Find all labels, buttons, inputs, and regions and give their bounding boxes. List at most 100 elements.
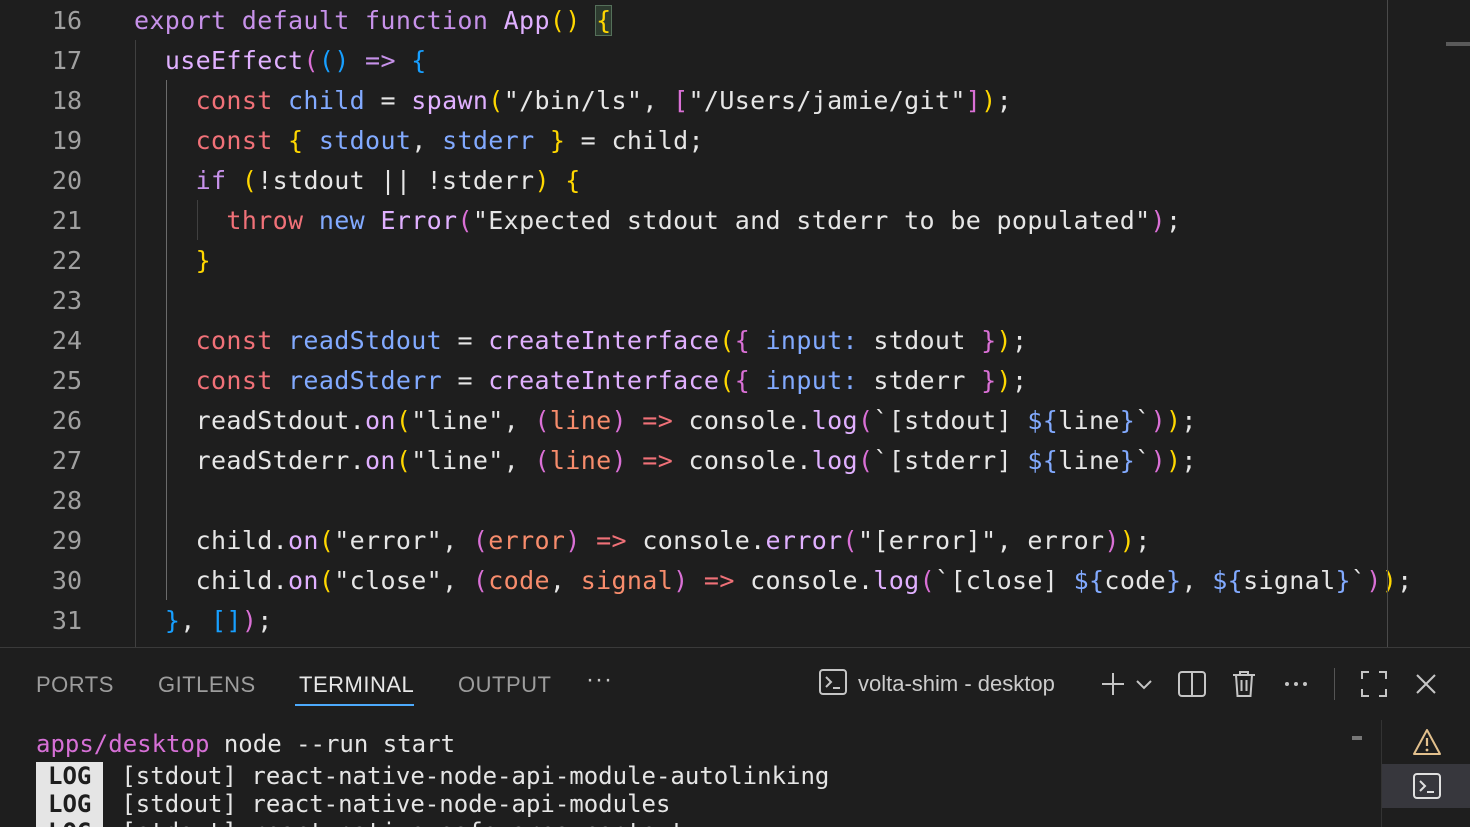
code-line[interactable]: const child = spawn("/bin/ls", ["/Users/… [134, 81, 1012, 121]
code-token: ) [981, 86, 997, 115]
log-badge: LOG [36, 762, 104, 790]
line-number: 26 [51, 406, 82, 435]
code-token: useEffect [164, 46, 304, 75]
terminal-command-line: apps/desktop node --run start [36, 730, 455, 758]
code-token: stdout [873, 326, 982, 355]
code-token: ${ [1073, 566, 1105, 595]
code-line[interactable]: useEffect(() => { [134, 41, 427, 81]
tab-gitlens[interactable]: GITLENS [158, 670, 256, 700]
code-token: readStderr [288, 366, 443, 395]
code-line[interactable]: const readStdout = createInterface({ inp… [134, 321, 1027, 361]
line-number: 20 [51, 166, 82, 195]
line-number: 27 [51, 446, 82, 475]
code-token: line [1058, 406, 1120, 435]
code-token: !stdout || !stderr [257, 166, 535, 195]
code-token: `[close] [934, 566, 1074, 595]
code-line[interactable]: throw new Error("Expected stdout and std… [134, 201, 1181, 241]
code-line[interactable]: const readStderr = createInterface({ inp… [134, 361, 1027, 401]
code-token: , [442, 566, 473, 595]
tab-output[interactable]: OUTPUT [458, 670, 551, 700]
code-token: createInterface [488, 326, 720, 355]
terminal-icon[interactable] [1382, 764, 1470, 808]
terminal-selector[interactable]: volta-shim - desktop [818, 666, 1055, 702]
code-token: stderr [442, 126, 550, 155]
code-area[interactable]: export default function App() { useEffec… [134, 0, 1470, 647]
code-line[interactable]: const { stdout, stderr } = child; [134, 121, 704, 161]
code-token: `[stderr] [873, 446, 1028, 475]
code-token: "error" [334, 526, 443, 555]
line-number: 30 [51, 566, 82, 595]
tab-ports[interactable]: PORTS [36, 670, 114, 700]
code-line[interactable]: export default function App() { [134, 1, 613, 41]
code-token: ` [1135, 446, 1151, 475]
warning-icon[interactable] [1382, 720, 1470, 764]
code-token: child. [195, 526, 289, 555]
ellipsis-icon[interactable] [1280, 668, 1312, 700]
line-number: 31 [51, 606, 82, 635]
minimap-slider[interactable] [1446, 42, 1470, 46]
code-token: { [595, 5, 613, 36]
maximize-icon[interactable] [1358, 668, 1390, 700]
code-line[interactable]: child.on("error", (error) => console.err… [134, 521, 1151, 561]
more-tabs-button[interactable]: ··· [586, 666, 613, 694]
code-token: } [981, 366, 997, 395]
trash-icon[interactable] [1228, 668, 1260, 700]
terminal-log-line: LOG [stdout] react-native-safe-area-conte… [36, 818, 685, 827]
plus-icon[interactable] [1097, 668, 1129, 700]
tab-terminal[interactable]: TERMINAL [299, 670, 414, 700]
terminal-scrollbar[interactable] [1352, 736, 1362, 740]
code-token: ; [257, 606, 273, 635]
code-token: ` [1135, 406, 1151, 435]
code-token: ) [611, 446, 627, 475]
code-token: on [365, 446, 396, 475]
code-token: ) [1119, 526, 1136, 555]
code-line[interactable]: child.on("close", (code, signal) => cons… [134, 561, 1413, 601]
code-token: new [318, 206, 381, 235]
log-badge: LOG [36, 818, 104, 827]
code-token: , error [996, 526, 1105, 555]
code-token: => [688, 566, 751, 595]
log-badge: LOG [36, 790, 104, 818]
code-token: signal [1243, 566, 1336, 595]
code-line[interactable]: readStderr.on("line", (line) => console.… [134, 441, 1197, 481]
code-line[interactable]: if (!stdout || !stderr) { [134, 161, 581, 201]
code-token: const [195, 86, 289, 115]
code-token: "Expected stdout and stderr to be popula… [472, 206, 1151, 235]
log-text: [stdout] react-native-node-api-modules [121, 790, 671, 818]
code-token: input: [750, 326, 874, 355]
code-token: ) [1104, 526, 1120, 555]
line-number: 24 [51, 326, 82, 355]
code-token: on [288, 566, 319, 595]
code-token: "line" [411, 446, 504, 475]
code-token: ) [1150, 406, 1167, 435]
code-token: { [734, 326, 751, 355]
code-token: child [288, 86, 366, 115]
code-token: ) [565, 6, 581, 35]
code-line[interactable]: }, []); [134, 601, 273, 641]
chevron-down-icon[interactable] [1132, 668, 1156, 700]
code-token: ( [303, 46, 319, 75]
code-token: ( [488, 86, 504, 115]
code-editor[interactable]: 16 17 18 19 20 21 22 23 24 25 26 27 28 29 30 31 export … [0, 0, 1470, 647]
code-line[interactable]: } [134, 241, 211, 281]
split-editor-icon[interactable] [1176, 668, 1208, 700]
code-line[interactable]: readStdout.on("line", (line) => console.… [134, 401, 1197, 441]
code-token: Error [380, 206, 458, 235]
code-token: ; [1011, 366, 1028, 395]
terminal-log-line: LOG [stdout] react-native-node-api-module… [36, 762, 829, 790]
close-icon[interactable] [1410, 668, 1442, 700]
code-token: on [288, 526, 319, 555]
active-tab-indicator [295, 704, 414, 706]
code-token: } [1119, 406, 1136, 435]
code-token: code [488, 566, 550, 595]
code-token: console. [750, 566, 874, 595]
terminal-output[interactable]: apps/desktop node --run start LOG [stdout… [0, 728, 1380, 827]
line-number: 16 [51, 6, 82, 35]
code-token: ( [719, 366, 735, 395]
code-token: ${ [1212, 566, 1244, 595]
